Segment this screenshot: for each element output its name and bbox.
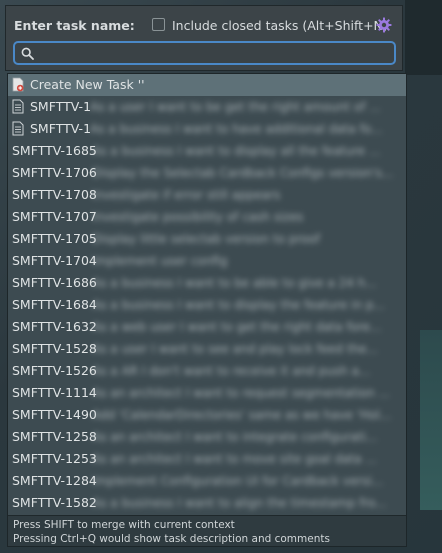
task-summary: Investigate possibility of cash sizes	[92, 210, 304, 224]
task-suggestion-popup: Create New Task '' SMFTTV-1 As a user I w…	[7, 73, 407, 547]
task-id: SMFTTV-1704	[12, 253, 97, 268]
task-id: SMFTTV-1526	[12, 363, 97, 378]
task-list-item[interactable]: SMFTTV-1258 As an architect I want to int…	[8, 426, 406, 448]
document-icon	[12, 121, 24, 136]
task-list-item[interactable]: SMFTTV-1253 As an architect I want to mov…	[8, 448, 406, 470]
background-dark-region	[405, 0, 442, 75]
task-summary: As a user I want to see and play lock fe…	[92, 342, 378, 356]
task-summary: As a user I want to be get the right amo…	[90, 100, 381, 114]
task-summary: As a business I want to be able to give …	[92, 276, 377, 290]
task-summary: As an architect I want to move site goal…	[92, 452, 377, 466]
task-search-header: Enter task name: Include closed tasks (A…	[5, 5, 403, 71]
include-closed-tasks-label[interactable]: Include closed tasks (Alt+Shift+N)	[172, 18, 388, 33]
task-list-item[interactable]: SMFTTV-1526 As a AR I don't want to recei…	[8, 360, 406, 382]
task-id: SMFTTV-1	[30, 121, 92, 136]
task-list-item[interactable]: SMFTTV-1582 As a business I want to align…	[8, 492, 406, 514]
search-icon	[21, 47, 34, 60]
task-summary: Implement Configuration UI for Cardback …	[92, 474, 384, 488]
task-summary: Display the Selectab Cardback Configs ve…	[92, 166, 394, 180]
show-description-hint: Pressing Ctrl+Q would show task descript…	[13, 533, 330, 545]
task-list: Create New Task '' SMFTTV-1 As a user I w…	[8, 74, 406, 514]
task-summary: As a business I want to have additional …	[90, 122, 383, 136]
task-summary: As a business I want to display all the …	[92, 144, 381, 158]
background-teal-region	[420, 330, 442, 510]
task-id: SMFTTV-1707	[12, 209, 97, 224]
task-search-field[interactable]	[13, 41, 396, 65]
task-list-item[interactable]: SMFTTV-1708 Investigate if error still ap…	[8, 184, 406, 206]
task-list-item[interactable]: SMFTTV-1705 Display little selectab versi…	[8, 228, 406, 250]
task-summary: As a business I want to display the feat…	[92, 298, 385, 312]
task-list-item[interactable]: SMFTTV-1704 Implement user config	[8, 250, 406, 272]
task-list-item[interactable]: SMFTTV-1114 As an architect I want to req…	[8, 382, 406, 404]
task-summary: As a business I want to align the timest…	[92, 496, 387, 510]
task-id: SMFTTV-1258	[12, 429, 97, 444]
task-id: SMFTTV-1253	[12, 451, 97, 466]
task-summary: As a AR I don't want to receive it and p…	[92, 364, 371, 378]
task-list-item[interactable]: SMFTTV-1490 Add 'CalendarDirectories' sam…	[8, 404, 406, 426]
task-list-item[interactable]: SMFTTV-1284 Implement Configuration UI fo…	[8, 470, 406, 492]
task-list-item[interactable]: SMFTTV-1632 As a web user I want to get t…	[8, 316, 406, 338]
task-id: SMFTTV-1705	[12, 231, 97, 246]
task-summary: As a web user I want to get the right da…	[92, 320, 382, 334]
task-list-item[interactable]: SMFTTV-1707 Investigate possibility of ca…	[8, 206, 406, 228]
task-id: SMFTTV-1284	[12, 473, 97, 488]
task-summary: As an architect I want to request segmen…	[92, 386, 390, 400]
task-id: SMFTTV-1632	[12, 319, 97, 334]
gear-icon[interactable]	[376, 17, 392, 33]
task-search-input[interactable]	[39, 45, 393, 63]
ide-background: Enter task name: Include closed tasks (A…	[0, 0, 442, 553]
task-list-item[interactable]: SMFTTV-1685 As a business I want to displ…	[8, 140, 406, 162]
task-list-item[interactable]: SMFTTV-1684 As a business I want to displ…	[8, 294, 406, 316]
task-list-item[interactable]: SMFTTV-1686 As a business I want to be ab…	[8, 272, 406, 294]
task-list-item[interactable]: SMFTTV-1 As a business I want to have add…	[8, 118, 406, 140]
popup-hint-footer: Press SHIFT to merge with current contex…	[8, 515, 406, 546]
include-closed-tasks-checkbox[interactable]	[152, 18, 165, 31]
task-id: SMFTTV-1708	[12, 187, 97, 202]
task-id: SMFTTV-1114	[12, 385, 97, 400]
task-summary: Investigate if error still appears	[92, 188, 281, 202]
document-icon	[12, 99, 24, 114]
task-id: SMFTTV-1686	[12, 275, 97, 290]
task-summary: Implement user config	[92, 254, 228, 268]
task-summary: Add 'CalendarDirectories' same as we hav…	[92, 408, 392, 422]
task-list-item[interactable]: SMFTTV-1 As a user I want to be get the r…	[8, 96, 406, 118]
new-task-icon	[12, 77, 24, 92]
task-summary: Display little selectab version to proof	[92, 232, 320, 246]
task-id: SMFTTV-1528	[12, 341, 97, 356]
task-id: SMFTTV-1582	[12, 495, 97, 510]
task-id: SMFTTV-1684	[12, 297, 97, 312]
task-list-item[interactable]: SMFTTV-1706 Display the Selectab Cardback…	[8, 162, 406, 184]
task-id: SMFTTV-1	[30, 99, 92, 114]
task-id: SMFTTV-1685	[12, 143, 97, 158]
create-new-task-item[interactable]: Create New Task ''	[8, 74, 406, 96]
create-new-task-label: Create New Task ''	[30, 77, 145, 92]
enter-task-name-label: Enter task name:	[14, 18, 135, 33]
task-id: SMFTTV-1490	[12, 407, 97, 422]
merge-context-hint: Press SHIFT to merge with current contex…	[13, 519, 235, 531]
task-id: SMFTTV-1706	[12, 165, 97, 180]
task-summary: As an architect I want to integrate conf…	[92, 430, 378, 444]
task-list-item[interactable]: SMFTTV-1528 As a user I want to see and p…	[8, 338, 406, 360]
